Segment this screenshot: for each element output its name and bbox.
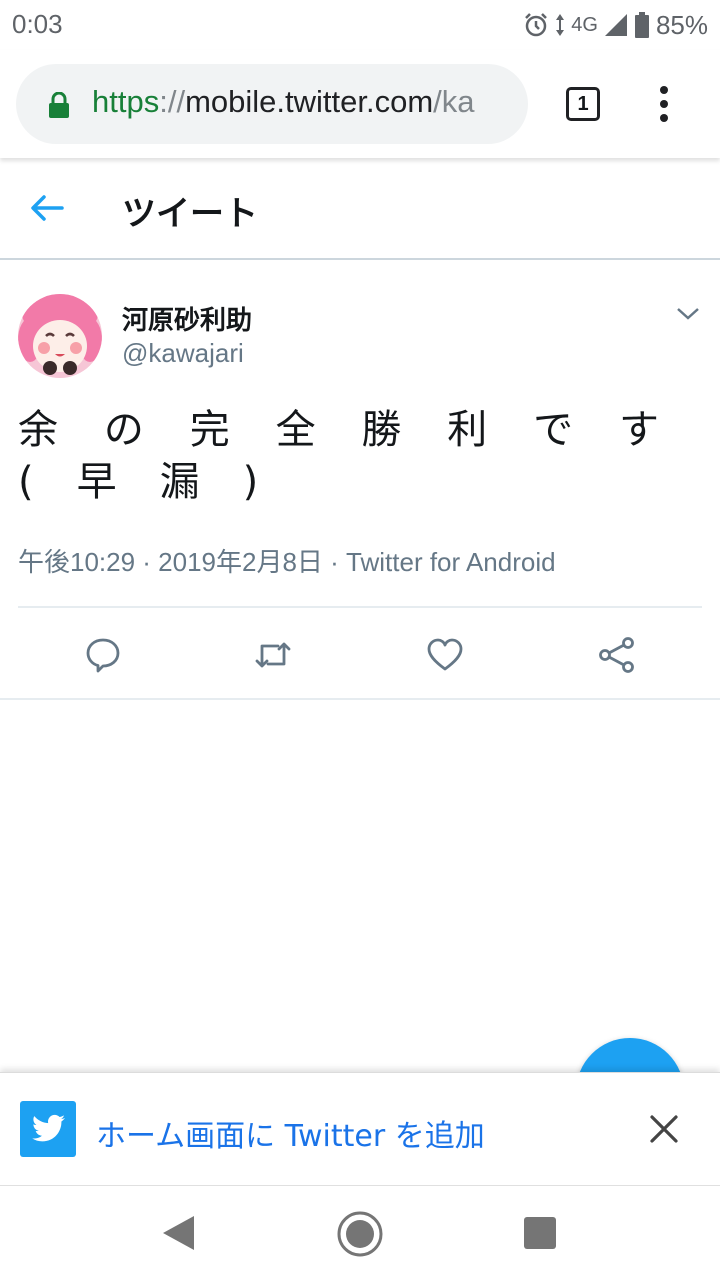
tweet-timestamp: 午後10:29 · 2019年2月8日 · Twitter for Androi… [18, 547, 556, 577]
close-icon[interactable] [648, 1113, 680, 1145]
tweet-actions [0, 608, 720, 700]
status-bar: 0:03 4G 85% [0, 0, 720, 50]
page-title: ツイート [122, 194, 258, 234]
tweet-text: 余の完全勝利です(早漏) [18, 407, 702, 505]
avatar-illustration [18, 294, 102, 378]
avatar[interactable] [18, 294, 102, 378]
system-nav-bar [0, 1186, 720, 1280]
nav-home-icon[interactable] [336, 1210, 384, 1258]
data-arrows-icon [556, 14, 565, 36]
user-handle[interactable]: @kawajari [122, 338, 244, 369]
page-header: ツイート [0, 158, 720, 260]
battery-percent: 85% [655, 9, 708, 40]
nav-back-icon[interactable] [160, 1213, 196, 1253]
battery-icon [634, 12, 649, 38]
status-time: 0:03 [12, 9, 63, 39]
add-to-home-banner[interactable]: ホーム画面に Twitter を追加 [0, 1072, 720, 1186]
like-icon[interactable] [426, 636, 464, 674]
signal-icon [604, 14, 627, 36]
display-name[interactable]: 河原砂利助 [122, 300, 252, 337]
alarm-icon [525, 13, 548, 37]
tab-switcher-button[interactable]: 1 [566, 87, 600, 121]
retweet-icon[interactable] [254, 636, 292, 674]
add-to-home-text[interactable]: ホーム画面に Twitter を追加 [96, 1111, 485, 1155]
address-bar[interactable]: https://mobile.twitter.com/ka [16, 64, 528, 144]
url-separator: :// [159, 84, 186, 119]
twitter-bird-icon [32, 1114, 65, 1142]
browser-toolbar: https://mobile.twitter.com/ka 1 [0, 50, 720, 158]
chevron-down-icon[interactable] [676, 304, 700, 322]
url-text[interactable]: https://mobile.twitter.com/ka [92, 84, 512, 120]
reply-icon[interactable] [84, 636, 122, 674]
url-path: /ka [433, 84, 475, 119]
status-icons: 4G 85% [523, 9, 708, 41]
more-menu-icon[interactable] [652, 84, 676, 124]
back-arrow-icon[interactable] [28, 192, 66, 224]
url-host: mobile.twitter.com [185, 84, 434, 119]
share-icon[interactable] [598, 636, 636, 674]
network-type: 4G [571, 13, 598, 36]
twitter-logo [20, 1101, 76, 1157]
nav-recents-icon[interactable] [524, 1217, 556, 1249]
lock-icon [49, 92, 69, 118]
url-scheme: https [92, 84, 160, 119]
